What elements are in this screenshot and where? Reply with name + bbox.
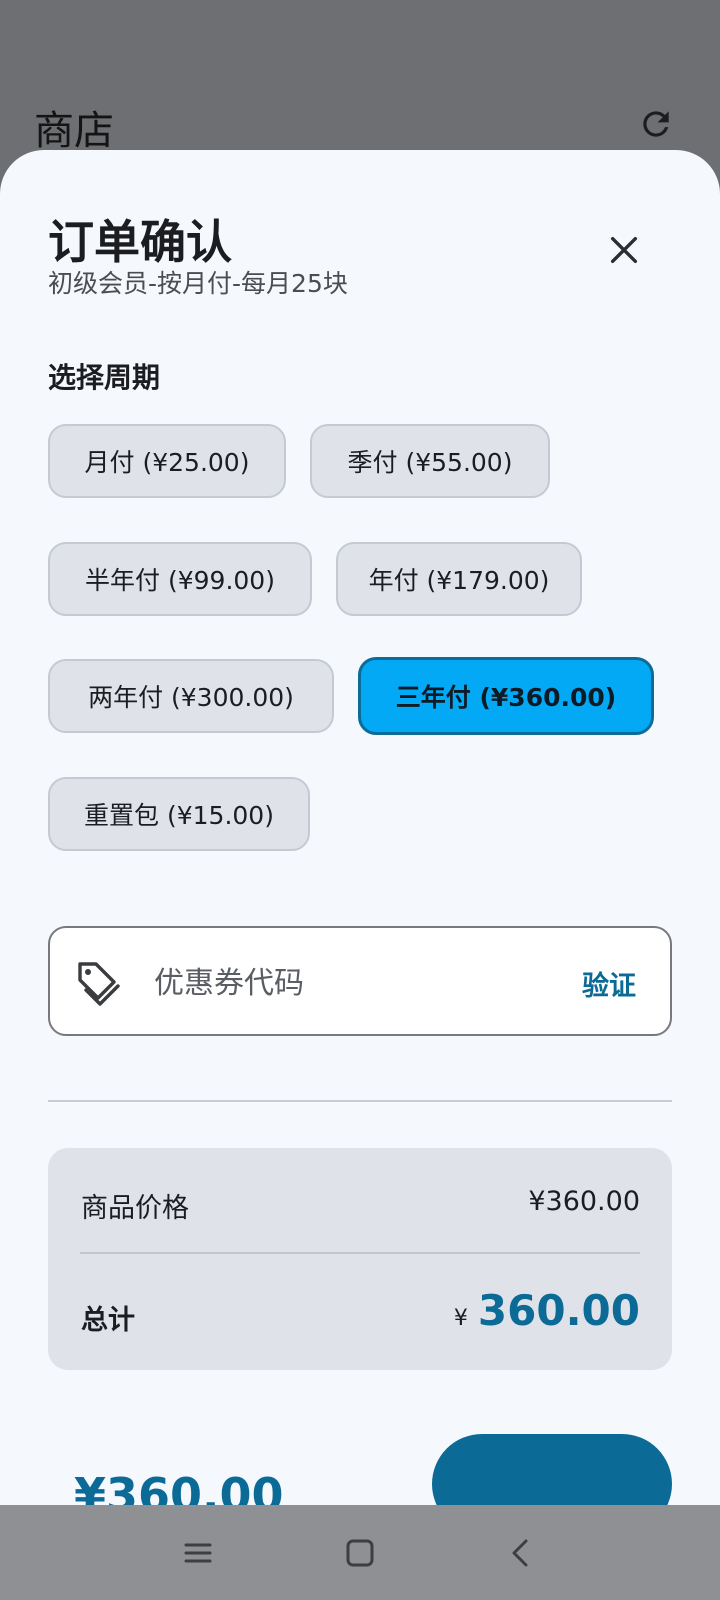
coupon-field: 验证: [48, 926, 672, 1036]
pay-button[interactable]: [432, 1434, 672, 1505]
period-chip-three-year[interactable]: 三年付 (¥360.00): [358, 657, 654, 735]
period-chip-half-year[interactable]: 半年付 (¥99.00): [48, 542, 312, 616]
total-amount: ¥ 360.00: [454, 1286, 640, 1335]
bottom-price: ¥360.00: [74, 1468, 284, 1505]
app-bar: 商店: [0, 0, 720, 160]
total-currency: ¥: [453, 1306, 468, 1331]
bottom-bar: ¥360.00: [0, 1390, 720, 1505]
period-chip-yearly[interactable]: 年付 (¥179.00): [336, 542, 582, 616]
nav-back-button[interactable]: [500, 1531, 544, 1575]
tag-icon: [78, 962, 120, 1006]
summary-divider: [80, 1252, 640, 1254]
period-chip-two-year[interactable]: 两年付 (¥300.00): [48, 659, 334, 733]
nav-menu-button[interactable]: [176, 1531, 220, 1575]
price-value: ¥360.00: [528, 1186, 640, 1217]
period-section-label: 选择周期: [48, 361, 161, 394]
verify-button[interactable]: 验证: [582, 964, 636, 1003]
home-icon: [346, 1539, 374, 1567]
period-chip-monthly[interactable]: 月付 (¥25.00): [48, 424, 286, 498]
coupon-code-input[interactable]: [154, 954, 534, 1012]
close-icon: [610, 236, 638, 264]
period-chip-quarterly[interactable]: 季付 (¥55.00): [310, 424, 550, 498]
refresh-icon: [643, 111, 669, 137]
price-summary: 商品价格 ¥360.00 总计 ¥ 360.00: [48, 1148, 672, 1370]
back-icon: [512, 1539, 528, 1567]
menu-icon: [184, 1543, 212, 1563]
refresh-button[interactable]: [634, 102, 678, 146]
sheet-title: 订单确认: [48, 215, 232, 269]
sheet-subtitle: 初级会员-按月付-每月25块: [48, 269, 348, 298]
app-title: 商店: [34, 108, 114, 154]
total-label: 总计: [81, 1305, 135, 1336]
total-value: 360.00: [477, 1286, 640, 1335]
divider: [48, 1100, 672, 1102]
close-button[interactable]: [600, 226, 648, 274]
price-label: 商品价格: [81, 1193, 189, 1224]
order-confirm-sheet: 订单确认 初级会员-按月付-每月25块 选择周期 月付 (¥25.00) 季付 …: [0, 150, 720, 1505]
system-nav-bar: [0, 1505, 720, 1600]
period-chip-reset-pack[interactable]: 重置包 (¥15.00): [48, 777, 310, 851]
nav-home-button[interactable]: [338, 1531, 382, 1575]
